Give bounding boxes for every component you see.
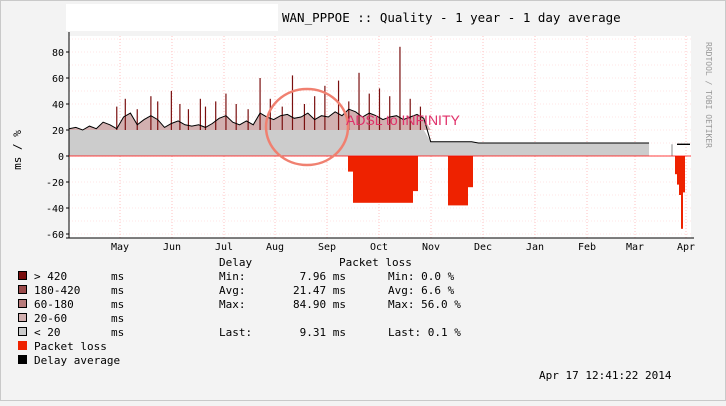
packet-loss-bar	[458, 156, 463, 206]
stats-avg-loss: Avg: 6.6 %	[388, 284, 455, 297]
legend-label: 60-180	[34, 298, 74, 311]
chart-svg: WAN_PPPOE :: Quality - 1 year - 1 day av…	[11, 4, 713, 382]
y-tick-label: 80	[52, 48, 64, 59]
x-tick-label: Feb	[578, 242, 596, 253]
x-tick-label: Sep	[318, 242, 336, 253]
legend-unit: ms	[111, 284, 125, 297]
legend-item: Delay average	[18, 354, 120, 367]
legend-unit: ms	[111, 270, 125, 283]
packet-loss-bar	[348, 156, 353, 172]
stats-max-loss: Max: 56.0 %	[388, 298, 461, 311]
chart-title: WAN_PPPOE :: Quality - 1 year - 1 day av…	[282, 10, 621, 25]
stats-last-delay: 9.31 ms	[299, 326, 346, 339]
legend-label: 20-60	[34, 312, 68, 325]
packet-loss-bar	[383, 156, 388, 203]
annotation-text: ADSL to INFINITY	[346, 112, 461, 128]
x-tick-label: Dec	[474, 242, 492, 253]
legend-swatch	[18, 327, 27, 336]
x-tick-label: Mar	[626, 242, 644, 253]
x-tick-label: Jan	[526, 242, 544, 253]
x-tick-label: Jun	[163, 242, 181, 253]
legend-item: 20-60 ms	[18, 312, 124, 325]
legend-label: 180-420	[34, 284, 81, 297]
packet-loss-bar	[363, 156, 368, 203]
legend-label: Packet loss	[34, 340, 107, 353]
packet-loss-bar	[358, 156, 363, 203]
legend-swatch	[18, 341, 27, 350]
legend-swatch	[18, 285, 27, 294]
x-tick-label: Nov	[422, 242, 440, 253]
legend-unit: ms	[111, 298, 125, 311]
legend-item: Packet loss	[18, 340, 107, 353]
packet-loss-bar	[403, 156, 408, 203]
title-redaction	[66, 4, 278, 31]
stats-min-delay: 7.96 ms	[299, 270, 346, 283]
packet-loss-bar	[413, 156, 418, 192]
legend-unit: ms	[111, 312, 125, 325]
stats-max-label: Max:	[219, 298, 246, 311]
legend-unit: ms	[111, 326, 125, 339]
legend-item: > 420 ms	[18, 270, 124, 283]
watermark-text: RRDTOOL / TOBI OETIKER	[704, 42, 713, 148]
legend-label: Delay average	[34, 354, 121, 367]
legend-label: > 420	[34, 270, 68, 283]
stats-last-loss: Last: 0.1 %	[388, 326, 461, 339]
packet-loss-bar	[398, 156, 403, 203]
y-tick-label: 40	[52, 100, 64, 111]
y-tick-label: -20	[46, 178, 64, 189]
stats-avg-delay: 21.47 ms	[293, 284, 346, 297]
legend-item: 60-180 ms	[18, 298, 124, 311]
packet-loss-bar	[388, 156, 393, 203]
legend-swatch	[18, 271, 27, 280]
y-axis-label: ms / %	[11, 130, 24, 170]
timestamp: Apr 17 12:41:22 2014	[539, 369, 672, 382]
stats-avg-label: Avg:	[219, 284, 246, 297]
packet-loss-bar	[368, 156, 373, 203]
y-tick-label: -60	[46, 230, 64, 241]
stats-max-delay: 84.90 ms	[293, 298, 346, 311]
packet-loss-bar	[408, 156, 413, 203]
y-tick-label: 60	[52, 74, 64, 85]
legend-label: < 20	[34, 326, 61, 339]
legend-swatch	[18, 355, 27, 364]
stats-loss-header: Packet loss	[339, 256, 412, 269]
x-tick-label: Oct	[370, 242, 388, 253]
x-tick-label: May	[111, 242, 129, 253]
legend-swatch	[18, 299, 27, 308]
packet-loss-bar	[378, 156, 383, 203]
packet-loss-bar	[453, 156, 458, 206]
packet-loss-bar	[468, 156, 473, 188]
legend-item: < 20 ms	[18, 326, 124, 339]
y-tick-label: -40	[46, 204, 64, 215]
legend-item: 180-420 ms	[18, 284, 124, 297]
packet-loss-bar	[448, 156, 453, 206]
stats-min-label: Min:	[219, 270, 246, 283]
y-tick-label: 20	[52, 126, 64, 137]
stats-last-label: Last:	[219, 326, 253, 339]
x-tick-label: Jul	[215, 242, 233, 253]
packet-loss-bar	[373, 156, 378, 203]
packet-loss-bar	[353, 156, 358, 203]
x-tick-label: Aug	[266, 242, 284, 253]
y-tick-label: 0	[58, 152, 64, 163]
stats-delay-header: Delay	[219, 256, 253, 269]
legend-swatch	[18, 313, 27, 322]
stats-min-loss: Min: 0.0 %	[388, 270, 455, 283]
packet-loss-bar	[463, 156, 468, 206]
x-tick-label: Apr	[677, 242, 695, 253]
packet-loss-bar	[393, 156, 398, 203]
